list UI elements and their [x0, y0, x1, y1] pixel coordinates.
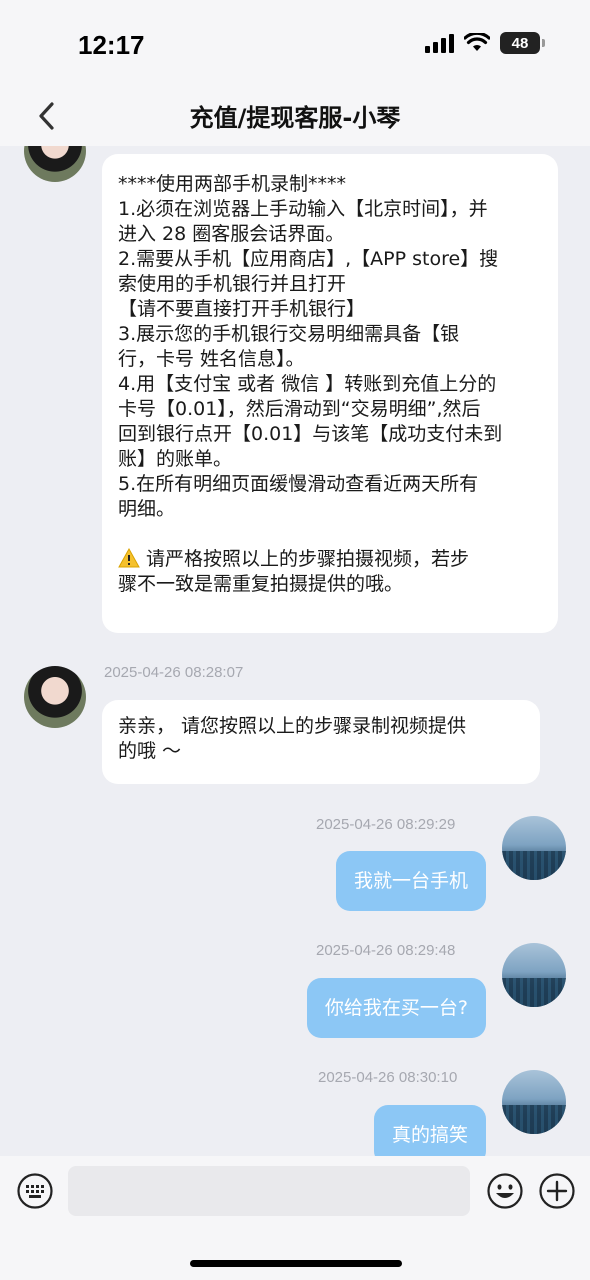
agent-avatar[interactable] [24, 666, 86, 728]
message-line: 请严格按照以上的步骤拍摄视频，若步 [118, 547, 542, 572]
nav-bar: 充值/提现客服-小琴 [0, 88, 590, 146]
message-line: 卡号【0.01】，然后滑动到“交易明细”,然后 [118, 398, 481, 420]
message-line [118, 522, 542, 547]
message-line: 骤不一致是需重复拍摄提供的哦。 [118, 573, 404, 595]
chat-list[interactable]: ****使用两部手机录制**** 1.必须在浏览器上手动输入【北京时间】，并 进… [0, 146, 590, 1156]
user-message-bubble[interactable]: 我就一台手机 [335, 851, 486, 911]
status-time: 12:17 [78, 30, 145, 60]
emoji-button[interactable] [486, 1172, 524, 1210]
user-message-bubble[interactable]: 真的搞笑 [373, 1105, 486, 1156]
message-timestamp: 2025-04-26 08:29:48 [316, 942, 456, 959]
message-line: ****使用两部手机录制**** [118, 173, 347, 195]
user-message-bubble[interactable]: 你给我在买一台? [306, 978, 486, 1038]
message-line: 1.必须在浏览器上手动输入【北京时间】，并 [118, 198, 488, 220]
message-line: 索使用的手机银行并且打开 [118, 273, 347, 295]
more-button[interactable] [538, 1172, 576, 1210]
status-bar: 12:17 48 [0, 0, 590, 88]
message-line: 5.在所有明细页面缓慢滑动查看近两天所有 [118, 473, 479, 495]
message-line: 账】的账单。 [118, 448, 233, 470]
message-line: 亲亲， 请您按照以上的步骤录制视频提供 [118, 715, 467, 737]
message-line: 3.展示您的手机银行交易明细需具备【银 [118, 323, 460, 345]
page-title: 充值/提现客服-小琴 [189, 104, 401, 132]
message-line: 的哦 ～ [118, 740, 182, 762]
message-timestamp: 2025-04-26 08:29:29 [316, 816, 456, 833]
message-line: 明细。 [118, 498, 176, 520]
wifi-icon [464, 33, 490, 53]
warning-icon [118, 548, 140, 568]
agent-message-bubble[interactable]: ****使用两部手机录制**** 1.必须在浏览器上手动输入【北京时间】，并 进… [102, 154, 558, 633]
message-timestamp: 2025-04-26 08:28:07 [104, 664, 244, 681]
plus-icon [539, 1173, 575, 1209]
status-icons: 48 [425, 32, 545, 54]
user-avatar[interactable] [502, 943, 566, 1007]
message-line: 回到银行点开【0.01】与该笔【成功支付未到 [118, 423, 503, 445]
user-avatar[interactable] [502, 1070, 566, 1134]
message-line: 行，卡号 姓名信息】。 [118, 348, 305, 370]
message-line: 【请不要直接打开手机银行】 [118, 298, 366, 320]
message-line: 4.用【支付宝 或者 微信 】转账到充值上分的 [118, 373, 497, 395]
message-line: 2.需要从手机【应用商店】,【APP store】搜 [118, 248, 499, 270]
keyboard-icon [17, 1173, 53, 1209]
battery-icon: 48 [500, 32, 545, 54]
emoji-icon [487, 1173, 523, 1209]
user-avatar[interactable] [502, 816, 566, 880]
message-input[interactable] [68, 1166, 470, 1216]
keyboard-button[interactable] [16, 1172, 54, 1210]
home-indicator [190, 1260, 402, 1267]
agent-message-bubble[interactable]: 亲亲， 请您按照以上的步骤录制视频提供 的哦 ～ [102, 700, 540, 784]
message-line: 进入 28 圈客服会话界面。 [118, 223, 345, 245]
message-timestamp: 2025-04-26 08:30:10 [318, 1069, 458, 1086]
agent-avatar[interactable] [24, 146, 86, 182]
signal-icon [425, 33, 454, 53]
warning-text: 请严格按照以上的步骤拍摄视频，若步 [146, 548, 470, 570]
